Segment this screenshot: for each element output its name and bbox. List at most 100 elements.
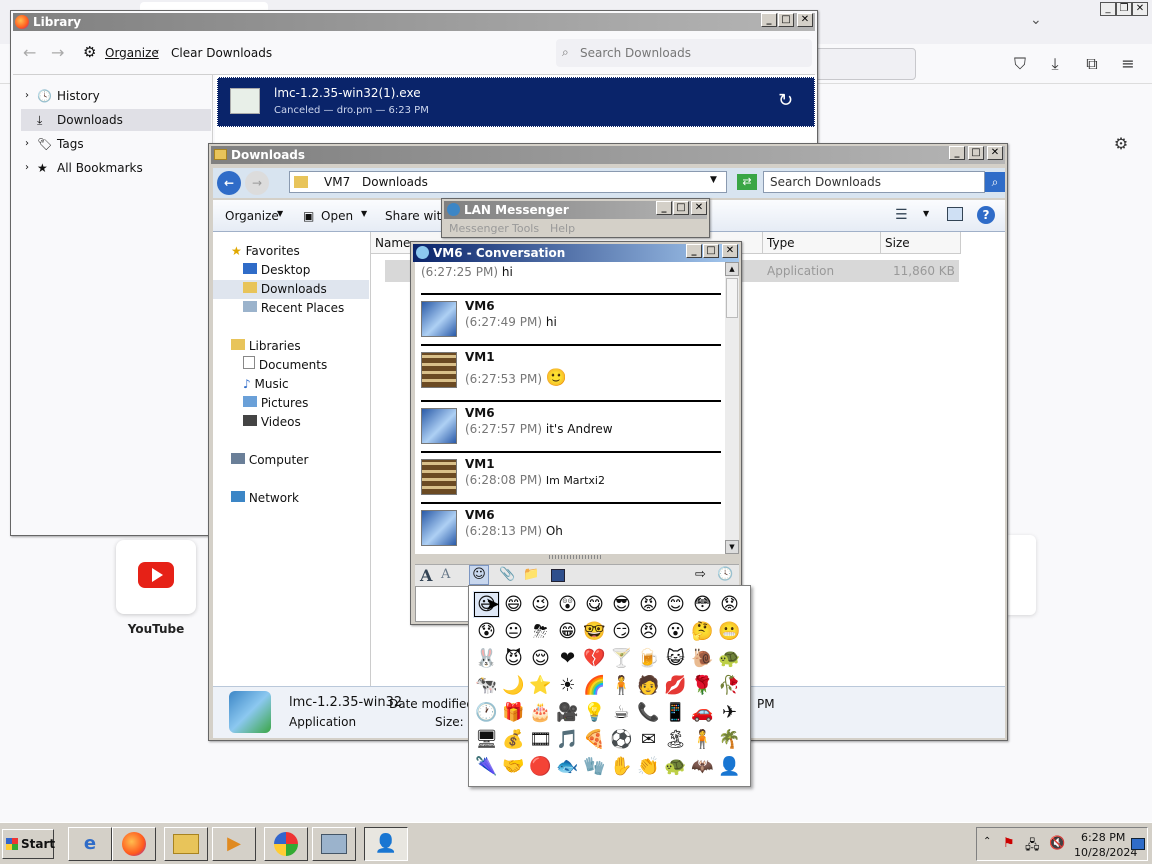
emoticon-item[interactable]: 🍺 (635, 645, 662, 672)
emoticon-item[interactable]: 🧤 (581, 753, 608, 780)
back-button[interactable]: ← (217, 171, 241, 195)
menu-tools[interactable]: Tools (512, 222, 539, 235)
emoticon-item[interactable]: 🍸 (608, 645, 635, 672)
explorer-minimize-button[interactable]: _ (949, 146, 965, 160)
nav-downloads[interactable]: Downloads (213, 280, 369, 299)
show-desktop-icon[interactable] (1131, 838, 1145, 850)
start-button[interactable]: Start (2, 829, 55, 859)
library-close-button[interactable]: ✕ (797, 13, 813, 27)
send-icon[interactable]: ⇨ (695, 567, 706, 582)
emoticon-item[interactable]: 🌈 (581, 672, 608, 699)
emoticon-item[interactable]: ✉ (635, 726, 662, 753)
address-folder[interactable]: Downloads (362, 175, 428, 189)
emoticon-item[interactable]: 🚗 (689, 699, 716, 726)
taskbar-lan-messenger[interactable]: 👤 (364, 827, 408, 861)
emoticon-item[interactable]: 💰 (500, 726, 527, 753)
emoticon-item[interactable]: 🎁 (500, 699, 527, 726)
sidebar-item-tags[interactable]: › 🏷 Tags (21, 133, 211, 155)
help-icon[interactable]: ? (977, 206, 995, 224)
emoticon-item[interactable]: 😋 (581, 591, 608, 618)
retry-icon[interactable]: ↻ (778, 90, 793, 111)
show-hidden-icons[interactable]: ⌃ (983, 836, 991, 847)
chat-history[interactable]: (6:27:25 PM) hi VM6 (6:27:49 PM) hi VM1 … (415, 262, 725, 554)
clock-time[interactable]: 6:28 PM (1081, 831, 1125, 844)
search-icon[interactable]: ⌕ (985, 172, 1005, 192)
organize-button[interactable]: Organize (225, 209, 279, 223)
lan-close-button[interactable]: ✕ (691, 201, 707, 215)
nav-libraries[interactable]: Libraries (231, 337, 301, 356)
splitter-handle[interactable] (549, 555, 603, 559)
emoticon-item[interactable]: 🐟 (554, 753, 581, 780)
history-icon[interactable]: 🕓 (717, 567, 733, 582)
emoticon-item[interactable]: 🥀 (716, 672, 743, 699)
nav-computer[interactable]: Computer (231, 451, 308, 470)
scroll-up-arrow-icon[interactable]: ▲ (725, 262, 739, 276)
emoticon-item[interactable]: 😊 (662, 591, 689, 618)
emoticon-item[interactable]: 😰 (473, 618, 500, 645)
url-bar[interactable] (812, 48, 916, 80)
emoticon-item[interactable]: 😎 (608, 591, 635, 618)
emoticon-item[interactable]: ❤ (554, 645, 581, 672)
scroll-down-arrow-icon[interactable]: ▼ (725, 540, 739, 554)
explorer-titlebar[interactable]: Downloads (211, 146, 1005, 164)
taskbar-windows[interactable] (264, 827, 308, 861)
emoticon-item[interactable]: 🐌 (689, 645, 716, 672)
minimize-button[interactable]: _ (1100, 2, 1116, 16)
taskbar-firefox[interactable] (112, 827, 156, 861)
emoticon-item[interactable]: 📞 (635, 699, 662, 726)
library-search-box[interactable]: ⌕ Search Downloads (556, 39, 812, 67)
address-root[interactable]: VM7 (324, 175, 350, 189)
emoticon-item[interactable]: 💡 (581, 699, 608, 726)
flag-icon[interactable]: ⚑ (1003, 836, 1015, 851)
column-header-size[interactable]: Size (881, 232, 961, 254)
clock-date[interactable]: 10/28/2024 (1074, 846, 1137, 859)
emoticon-item[interactable]: 😡 (635, 591, 662, 618)
chevron-down-icon[interactable]: ⌄ (1030, 12, 1042, 28)
emoticon-item[interactable]: 🤔 (689, 618, 716, 645)
emoticon-item[interactable]: 🧍 (608, 672, 635, 699)
extensions-icon[interactable]: ⧉ (1082, 54, 1102, 74)
nav-music[interactable]: ♪ Music (243, 375, 289, 394)
emoticon-item[interactable]: 😐 (500, 618, 527, 645)
back-arrow-icon[interactable]: ← (23, 43, 36, 62)
nav-pictures[interactable]: Pictures (243, 394, 308, 413)
menu-icon[interactable]: ≡ (1118, 54, 1138, 74)
emoticon-item[interactable]: 😺 (662, 645, 689, 672)
nav-desktop[interactable]: Desktop (243, 261, 310, 280)
emoticon-item[interactable]: 😉 (527, 591, 554, 618)
library-maximize-button[interactable]: □ (778, 13, 794, 27)
expand-arrow-icon[interactable]: › (25, 85, 29, 107)
save-icon[interactable] (551, 569, 565, 582)
share-with-button[interactable]: Share with (385, 209, 449, 223)
taskbar-control-panel[interactable] (312, 827, 356, 861)
sidebar-item-downloads[interactable]: ⤓ Downloads (21, 109, 211, 131)
nav-videos[interactable]: Videos (243, 413, 301, 432)
emoticon-item[interactable]: 🍕 (581, 726, 608, 753)
lan-maximize-button[interactable]: □ (673, 201, 689, 215)
emoticon-item[interactable]: 😮 (662, 618, 689, 645)
emoticon-item[interactable]: 🎞 (527, 726, 554, 753)
library-titlebar[interactable]: Library (13, 13, 815, 31)
chat-scrollbar[interactable]: ▲ ▼ (725, 262, 739, 554)
emoticon-item[interactable]: 🏝 (662, 726, 689, 753)
emoticon-item[interactable]: 😬 (716, 618, 743, 645)
emoticon-item[interactable]: 🕐 (473, 699, 500, 726)
emoticon-item[interactable]: 🤝 (500, 753, 527, 780)
emoticon-item[interactable]: 😲 (554, 591, 581, 618)
emoticon-item[interactable]: ☕ (608, 699, 635, 726)
menu-messenger[interactable]: Messenger (449, 222, 509, 235)
emoticon-item[interactable]: 😄 (500, 591, 527, 618)
emoticon-item[interactable]: 😠 (635, 618, 662, 645)
emoticon-item[interactable]: 🐢 (716, 645, 743, 672)
emoticon-item[interactable]: 🤓 (581, 618, 608, 645)
organize-gear-icon[interactable]: ⚙ (83, 43, 96, 61)
nav-documents[interactable]: Documents (243, 356, 327, 375)
conversation-minimize-button[interactable]: _ (686, 244, 702, 258)
emoticon-item[interactable]: 🎂 (527, 699, 554, 726)
emoticon-item[interactable]: 💔 (581, 645, 608, 672)
emoticon-item[interactable]: 😏 (608, 618, 635, 645)
attach-file-icon[interactable]: 📎 (499, 567, 515, 582)
lan-minimize-button[interactable]: _ (656, 201, 672, 215)
organize-button[interactable]: Organize (105, 46, 159, 60)
emoticon-item[interactable]: 📱 (662, 699, 689, 726)
